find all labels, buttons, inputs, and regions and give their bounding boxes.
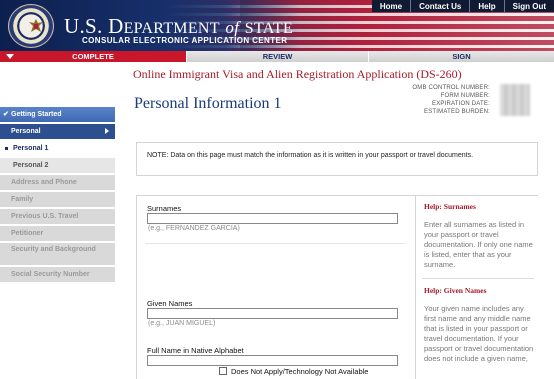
sidebar-item-label: Family (11, 196, 34, 203)
sidebar-item-label: Petitioner (11, 230, 44, 237)
sidebar-item-label: Personal 2 (13, 162, 49, 169)
sidebar-nav: ✔ Getting Started Personal Personal 1 Pe… (0, 107, 115, 284)
estimated-burden-label: ESTIMATED BURDEN: (424, 109, 490, 115)
form-panel: Surnames (e.g., FERNANDEZ GARCIA) Given … (136, 195, 539, 379)
center-name: CONSULAR ELECTRONIC APPLICATION CENTER (82, 36, 288, 45)
does-not-apply-label: Does Not Apply/Technology Not Available (231, 367, 369, 376)
native-name-input[interactable] (147, 355, 398, 366)
sidebar-item-personal-2[interactable]: Personal 2 (0, 158, 115, 173)
sidebar-item-ssn: Social Security Number (0, 267, 115, 282)
nav-home-link[interactable]: Home (372, 0, 410, 12)
sidebar-item-label: Personal 1 (13, 145, 49, 152)
surnames-label: Surnames (147, 204, 182, 213)
help-given-names-text: Your given name includes any first name … (424, 304, 534, 363)
page-title: Personal Information 1 (134, 95, 282, 112)
eagle-icon (29, 19, 43, 32)
given-names-hint: (e.g., JUAN MIGUEL) (148, 320, 216, 327)
step-review-label: REVIEW (262, 52, 293, 61)
surnames-hint: (e.g., FERNANDEZ GARCIA) (148, 225, 240, 232)
sidebar-item-label: Social Security Number (11, 271, 90, 278)
native-name-label: Full Name in Native Alphabet (147, 346, 244, 355)
help-column: Help: Surnames Enter all surnames as lis… (415, 196, 539, 379)
chevron-down-icon (6, 54, 14, 59)
form-title: Online Immigrant Visa and Alien Registra… (133, 67, 462, 81)
sidebar-item-label: Previous U.S. Travel (11, 213, 79, 220)
does-not-apply-checkbox[interactable] (219, 367, 227, 375)
sidebar-item-personal[interactable]: Personal (0, 124, 115, 139)
given-names-label: Given Names (147, 299, 193, 308)
omb-info: OMB CONTROL NUMBER: FORM NUMBER: EXPIRAT… (412, 84, 490, 116)
step-complete-label: COMPLETE (72, 52, 114, 61)
sidebar-item-security-background: Security and Background (0, 243, 115, 265)
sidebar-item-label: Security and Background (11, 246, 96, 253)
state-department-seal-icon (8, 4, 54, 48)
page-note: NOTE: Data on this page must match the i… (136, 142, 538, 176)
help-divider (422, 278, 534, 279)
sidebar-item-address-phone: Address and Phone (0, 175, 115, 190)
omb-values-redacted (500, 84, 530, 116)
step-sign[interactable]: SIGN (368, 51, 554, 62)
sidebar-item-petitioner: Petitioner (0, 226, 115, 241)
step-complete[interactable]: COMPLETE (0, 51, 186, 62)
sidebar-item-label: Personal (11, 128, 41, 135)
sidebar-item-personal-1[interactable]: Personal 1 (0, 141, 115, 156)
given-names-input[interactable] (147, 308, 398, 319)
sidebar-item-getting-started[interactable]: ✔ Getting Started (0, 107, 115, 122)
nav-contact-link[interactable]: Contact Us (410, 0, 469, 12)
nav-help-link[interactable]: Help (469, 0, 503, 12)
step-sign-label: SIGN (452, 52, 471, 61)
surnames-input[interactable] (147, 213, 398, 224)
checkmark-icon: ✔ (3, 111, 9, 118)
expiration-date-label: EXPIRATION DATE: (432, 101, 490, 107)
progress-steps: COMPLETE REVIEW SIGN (0, 51, 554, 62)
field-divider (145, 243, 405, 244)
nav-signout-link[interactable]: Sign Out (503, 0, 554, 12)
chevron-right-icon (105, 128, 109, 134)
sidebar-item-previous-travel: Previous U.S. Travel (0, 209, 115, 224)
help-surnames-title: Help: Surnames (424, 202, 476, 211)
sidebar-item-label: Address and Phone (11, 179, 77, 186)
help-given-names-title: Help: Given Names (424, 286, 487, 295)
sidebar-item-label: Getting Started (11, 111, 62, 118)
form-number-label: FORM NUMBER: (440, 93, 490, 99)
help-surnames-text: Enter all surnames as listed in your pas… (424, 220, 533, 269)
top-nav: Home Contact Us Help Sign Out (371, 0, 554, 12)
omb-control-label: OMB CONTROL NUMBER: (412, 85, 490, 91)
sidebar-item-family: Family (0, 192, 115, 207)
bullet-icon (5, 147, 8, 150)
step-review[interactable]: REVIEW (186, 51, 368, 62)
